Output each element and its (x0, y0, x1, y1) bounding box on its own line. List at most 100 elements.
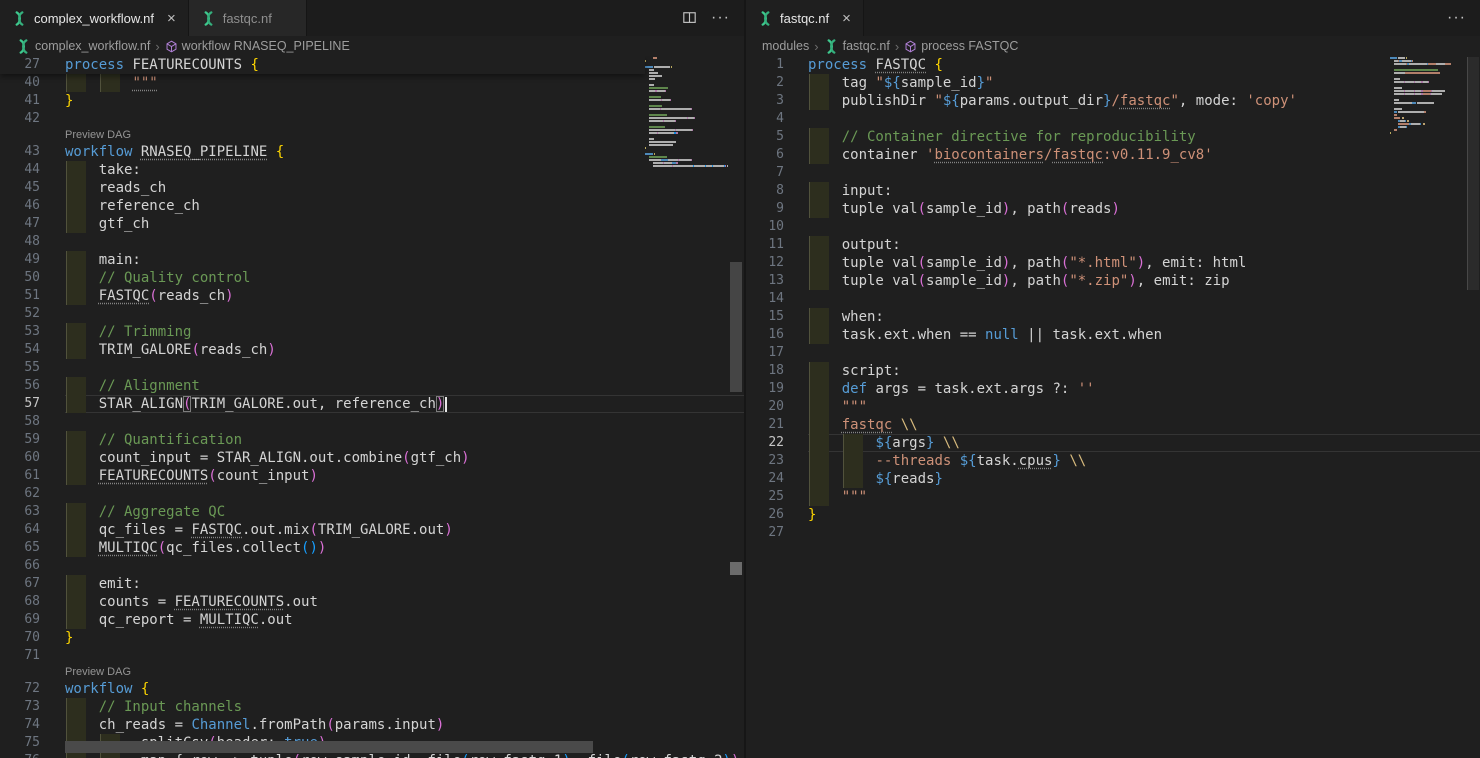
code-line-70[interactable]: 70} (0, 629, 744, 647)
code-line-19[interactable]: 19 def args = task.ext.args ?: '' (746, 380, 1480, 398)
code-line-58[interactable]: 58 (0, 413, 744, 431)
scrollbar-thumb[interactable] (730, 262, 742, 392)
breadcrumb-item[interactable]: fastqc.nf (824, 39, 890, 54)
line-content: // Alignment (65, 377, 744, 395)
breadcrumb-label: fastqc.nf (843, 39, 890, 53)
minimap-line (645, 99, 728, 101)
vertical-scrollbar-right[interactable] (1466, 56, 1480, 758)
code-line-16[interactable]: 16 task.ext.when == null || task.ext.whe… (746, 326, 1480, 344)
code-editor-right[interactable]: 1process FASTQC {2 tag "${sample_id}"3 p… (746, 56, 1480, 758)
breadcrumb-item[interactable]: workflow RNASEQ_PIPELINE (165, 39, 350, 53)
code-line-44[interactable]: 44 take: (0, 161, 744, 179)
line-number: 50 (0, 269, 65, 287)
code-line-45[interactable]: 45 reads_ch (0, 179, 744, 197)
line-content: tuple val(sample_id), path("*.html"), em… (808, 254, 1480, 272)
code-line-23[interactable]: 23 --threads ${task.cpus} \\ (746, 452, 1480, 470)
line-number: 3 (746, 92, 808, 110)
code-line-21[interactable]: 21 fastqc \\ (746, 416, 1480, 434)
minimap-left[interactable] (645, 57, 728, 168)
code-line-46[interactable]: 46 reference_ch (0, 197, 744, 215)
breadcrumb-item[interactable]: complex_workflow.nf (16, 39, 150, 54)
tab-fastqc.nf[interactable]: fastqc.nf× (746, 0, 864, 36)
code-line-68[interactable]: 68 counts = FEATURECOUNTS.out (0, 593, 744, 611)
code-line-64[interactable]: 64 qc_files = FASTQC.out.mix(TRIM_GALORE… (0, 521, 744, 539)
code-line-20[interactable]: 20 """ (746, 398, 1480, 416)
line-content (65, 413, 744, 431)
code-line-48[interactable]: 48 (0, 233, 744, 251)
code-line-73[interactable]: 73 // Input channels (0, 698, 744, 716)
code-line-2[interactable]: 2 tag "${sample_id}" (746, 74, 1480, 92)
code-line-71[interactable]: 71 (0, 647, 744, 665)
code-line-13[interactable]: 13 tuple val(sample_id), path("*.zip"), … (746, 272, 1480, 290)
close-icon[interactable]: × (842, 11, 851, 26)
code-line-52[interactable]: 52 (0, 305, 744, 323)
code-line-61[interactable]: 61 FEATURECOUNTS(count_input) (0, 467, 744, 485)
code-line-18[interactable]: 18 script: (746, 362, 1480, 380)
code-line-8[interactable]: 8 input: (746, 182, 1480, 200)
code-line-41[interactable]: 41} (0, 92, 744, 110)
code-line-11[interactable]: 11 output: (746, 236, 1480, 254)
code-line-60[interactable]: 60 count_input = STAR_ALIGN.out.combine(… (0, 449, 744, 467)
code-line-10[interactable]: 10 (746, 218, 1480, 236)
code-line-43[interactable]: 43workflow RNASEQ_PIPELINE { (0, 143, 744, 161)
code-line-6[interactable]: 6 container 'biocontainers/fastqc:v0.11.… (746, 146, 1480, 164)
code-line-25[interactable]: 25 """ (746, 488, 1480, 506)
code-line-4[interactable]: 4 (746, 110, 1480, 128)
tab-complex_workflow.nf[interactable]: complex_workflow.nf× (0, 0, 189, 36)
code-line-5[interactable]: 5 // Container directive for reproducibi… (746, 128, 1480, 146)
code-line-65[interactable]: 65 MULTIQC(qc_files.collect()) (0, 539, 744, 557)
code-line-59[interactable]: 59 // Quantification (0, 431, 744, 449)
breadcrumb-item[interactable]: modules (762, 39, 809, 53)
code-line-62[interactable]: 62 (0, 485, 744, 503)
codelens-preview-dag[interactable]: Preview DAG (0, 665, 744, 680)
code-line-12[interactable]: 12 tuple val(sample_id), path("*.html"),… (746, 254, 1480, 272)
code-line-7[interactable]: 7 (746, 164, 1480, 182)
code-line-40[interactable]: 40 """ (0, 74, 744, 92)
code-line-51[interactable]: 51 FASTQC(reads_ch) (0, 287, 744, 305)
horizontal-scrollbar-left[interactable] (65, 741, 593, 753)
code-line-17[interactable]: 17 (746, 344, 1480, 362)
minimap-line (1390, 60, 1454, 62)
code-editor-left[interactable]: 40 """41}42Preview DAG43workflow RNASEQ_… (0, 56, 744, 758)
split-editor-icon[interactable] (682, 11, 697, 25)
close-icon[interactable]: × (167, 11, 176, 26)
code-line-54[interactable]: 54 TRIM_GALORE(reads_ch) (0, 341, 744, 359)
more-actions-icon[interactable]: ··· (711, 15, 730, 21)
code-line-27[interactable]: 27 (746, 524, 1480, 542)
code-line-9[interactable]: 9 tuple val(sample_id), path(reads) (746, 200, 1480, 218)
more-actions-icon[interactable]: ··· (1447, 15, 1466, 21)
vertical-scrollbar-left[interactable] (729, 56, 743, 758)
tab-fastqc.nf[interactable]: fastqc.nf× (189, 0, 307, 36)
code-line-26[interactable]: 26} (746, 506, 1480, 524)
code-line-63[interactable]: 63 // Aggregate QC (0, 503, 744, 521)
scrollbar-handle[interactable] (730, 562, 742, 575)
code-line-1[interactable]: 1process FASTQC { (746, 56, 1480, 74)
code-line-66[interactable]: 66 (0, 557, 744, 575)
code-line-50[interactable]: 50 // Quality control (0, 269, 744, 287)
code-line-42[interactable]: 42 (0, 110, 744, 128)
code-line-53[interactable]: 53 // Trimming (0, 323, 744, 341)
code-line-69[interactable]: 69 qc_report = MULTIQC.out (0, 611, 744, 629)
line-number: 16 (746, 326, 808, 344)
code-line-57[interactable]: 57 STAR_ALIGN(TRIM_GALORE.out, reference… (0, 395, 744, 413)
codelens-preview-dag[interactable]: Preview DAG (0, 128, 744, 143)
code-line-49[interactable]: 49 main: (0, 251, 744, 269)
breadcrumb-item[interactable]: process FASTQC (904, 39, 1018, 53)
code-line-3[interactable]: 3 publishDir "${params.output_dir}/fastq… (746, 92, 1480, 110)
sticky-scroll-line[interactable]: 27process FEATURECOUNTS { (0, 56, 645, 74)
code-line-67[interactable]: 67 emit: (0, 575, 744, 593)
minimap-right[interactable] (1390, 57, 1454, 138)
code-line-15[interactable]: 15 when: (746, 308, 1480, 326)
code-line-14[interactable]: 14 (746, 290, 1480, 308)
line-number: 74 (0, 716, 65, 734)
code-line-74[interactable]: 74 ch_reads = Channel.fromPath(params.in… (0, 716, 744, 734)
code-line-47[interactable]: 47 gtf_ch (0, 215, 744, 233)
line-number: 49 (0, 251, 65, 269)
minimap-line (1390, 117, 1454, 119)
scrollbar-thumb[interactable] (1467, 57, 1479, 290)
code-line-56[interactable]: 56 // Alignment (0, 377, 744, 395)
code-line-22[interactable]: 22 ${args} \\ (746, 434, 1480, 452)
code-line-72[interactable]: 72workflow { (0, 680, 744, 698)
code-line-24[interactable]: 24 ${reads} (746, 470, 1480, 488)
code-line-55[interactable]: 55 (0, 359, 744, 377)
